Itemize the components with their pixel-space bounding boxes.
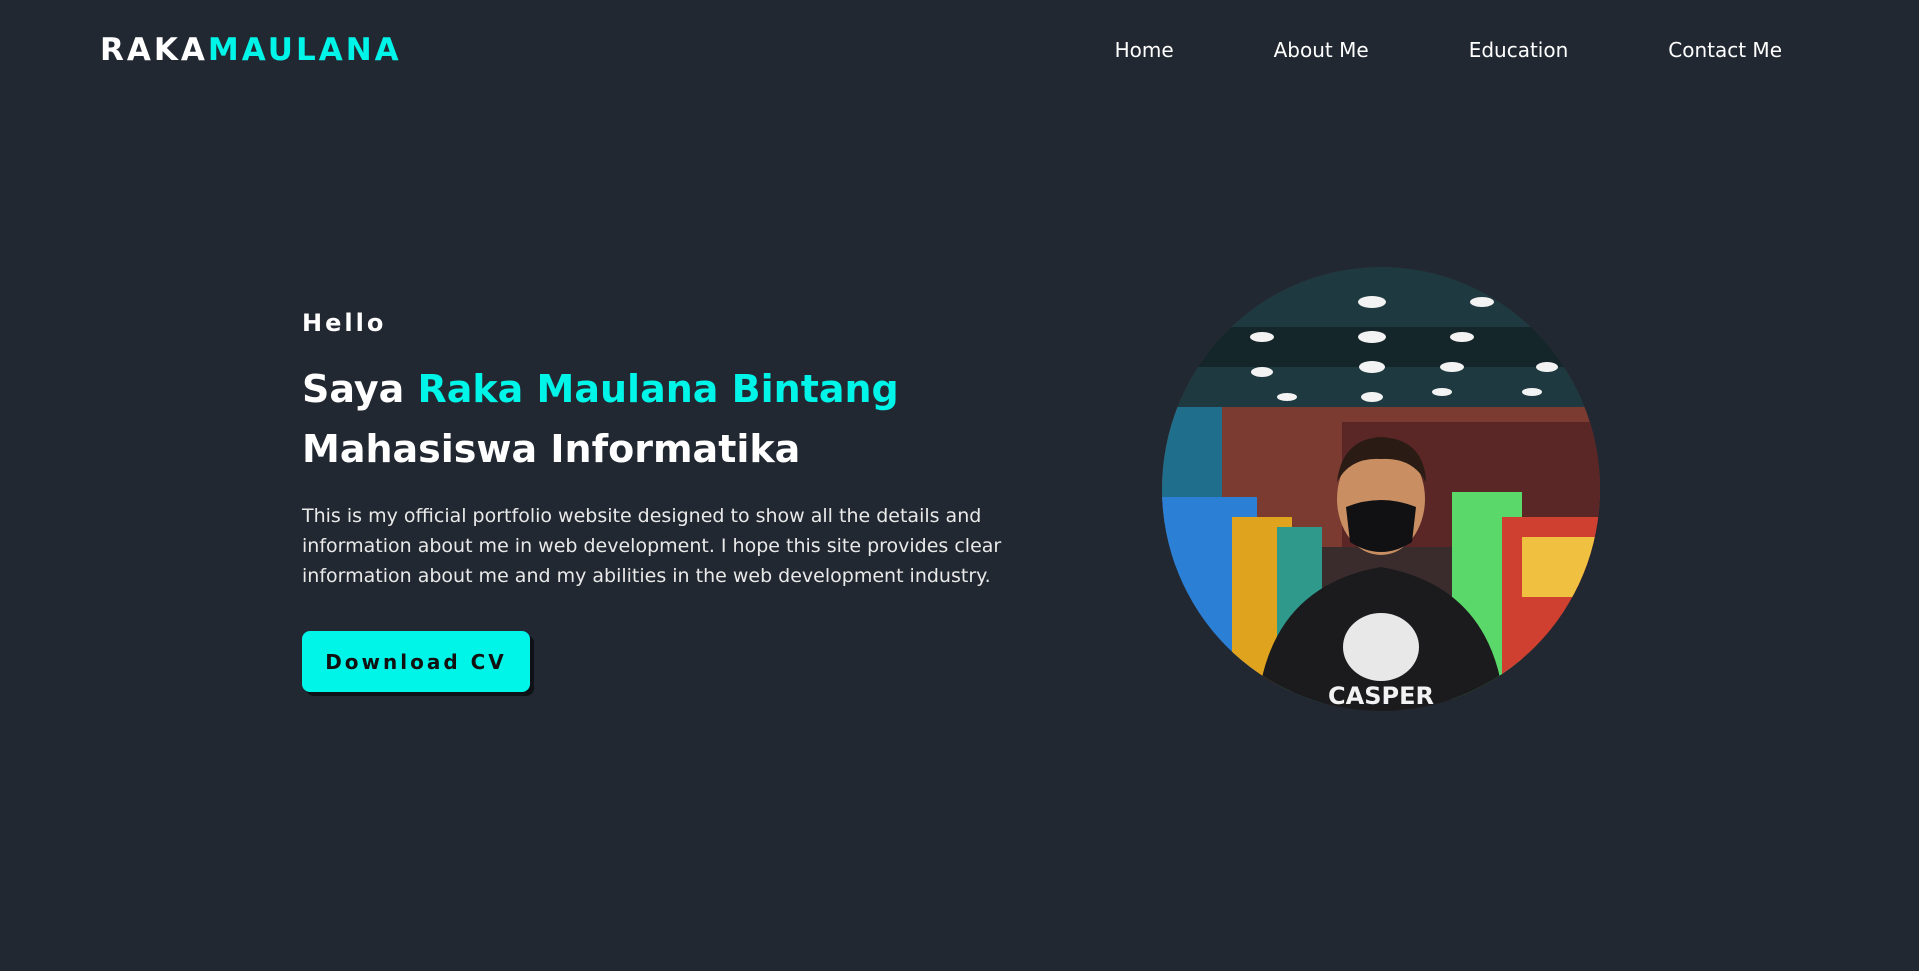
nav-link-about[interactable]: About Me: [1274, 36, 1369, 64]
nav-item-contact: Contact Me: [1668, 36, 1782, 64]
nav-item-home: Home: [1115, 36, 1174, 64]
hero-description: This is my official portfolio website de…: [302, 505, 1002, 587]
nav-item-about: About Me: [1274, 36, 1369, 64]
nav-link-contact[interactable]: Contact Me: [1668, 36, 1782, 64]
hero-headline: Saya Raka Maulana Bintang Mahasiswa Info…: [302, 359, 1062, 479]
navbar: RAKAMAULANA Home About Me Education Cont…: [0, 0, 1919, 100]
profile-photo: CASPER: [1162, 267, 1600, 711]
download-cv-button[interactable]: Download CV: [302, 631, 530, 692]
hero-greeting: Hello: [302, 309, 387, 337]
headline-prefix: Saya: [302, 367, 405, 411]
brand-part-maulana: MAULANA: [207, 32, 402, 68]
hero-section: Hello Saya Raka Maulana Bintang Mahasisw…: [302, 305, 1062, 692]
brand-part-raka: RAKA: [100, 32, 208, 68]
shirt-text: CASPER: [1328, 682, 1434, 710]
nav-link-education[interactable]: Education: [1469, 36, 1569, 64]
nav-link-home[interactable]: Home: [1115, 36, 1174, 64]
brand-logo[interactable]: RAKAMAULANA: [100, 30, 402, 70]
headline-name: Raka Maulana Bintang: [417, 367, 899, 411]
nav-item-education: Education: [1469, 36, 1569, 64]
nav-links: Home About Me Education Contact Me: [1115, 36, 1782, 64]
headline-role: Mahasiswa Informatika: [302, 427, 801, 471]
profile-photo-icon: CASPER: [1162, 267, 1600, 711]
